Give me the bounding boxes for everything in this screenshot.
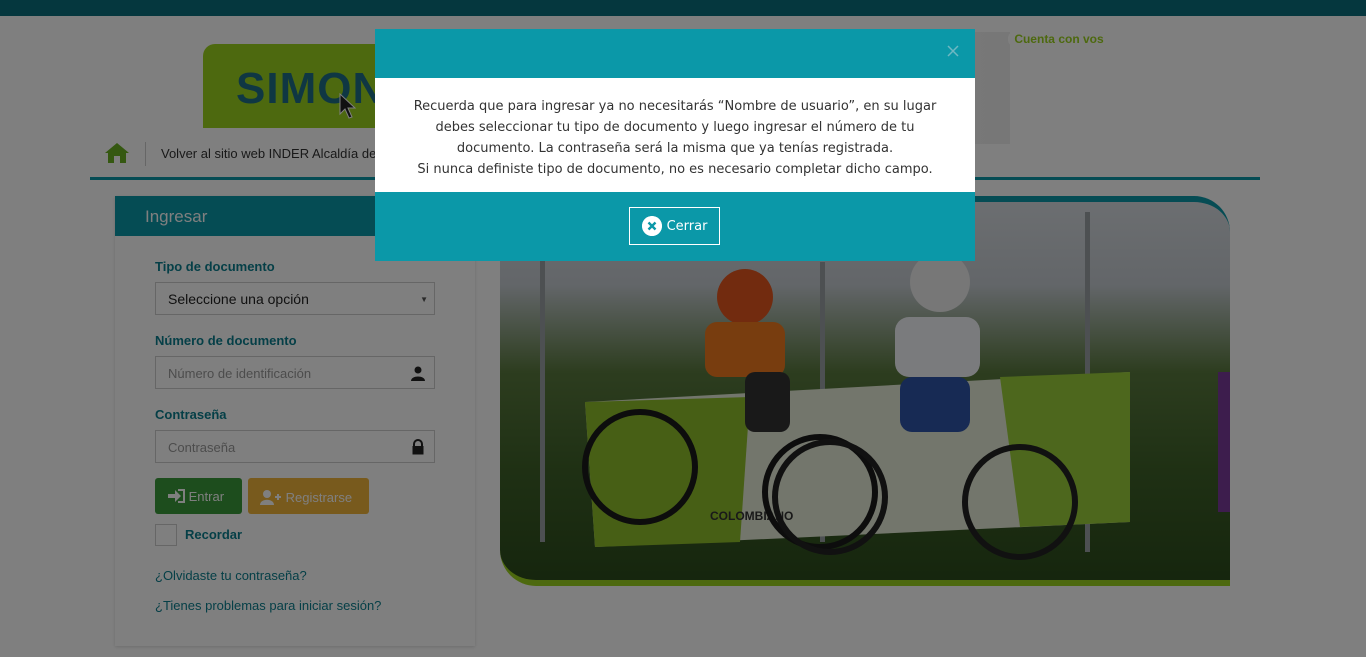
modal-body: Recuerda que para ingresar ya no necesit… xyxy=(375,78,975,192)
modal-note: Si nunca definiste tipo de documento, no… xyxy=(417,162,933,177)
modal-message: Recuerda que para ingresar ya no necesit… xyxy=(413,99,937,156)
info-modal: Recuerda que para ingresar ya no necesit… xyxy=(375,29,975,261)
close-icon[interactable] xyxy=(947,45,959,57)
close-button-label: Cerrar xyxy=(666,218,708,234)
close-button[interactable]: Cerrar xyxy=(629,207,720,245)
close-circle-icon xyxy=(641,216,662,236)
